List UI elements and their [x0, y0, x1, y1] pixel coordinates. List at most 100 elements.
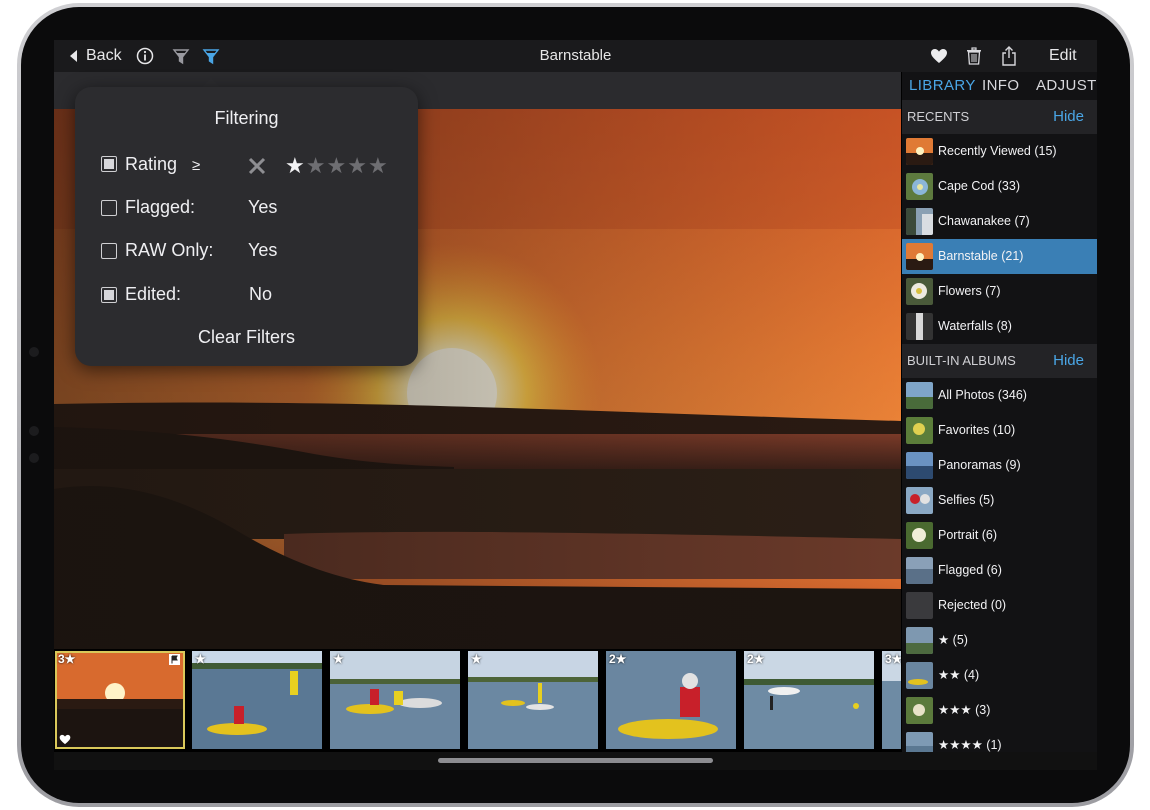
- filmstrip-thumb[interactable]: 2★: [744, 651, 874, 749]
- hide-builtin-button[interactable]: Hide: [1053, 344, 1084, 378]
- rating-badge: 2★: [609, 652, 627, 666]
- raw-only-checkbox[interactable]: [101, 243, 117, 259]
- album-item[interactable]: Panoramas (9): [902, 448, 1097, 483]
- album-thumbnail: [906, 697, 933, 724]
- edited-label: Edited:: [125, 284, 182, 304]
- album-label: Selfies (5): [938, 493, 995, 507]
- clear-rating-icon[interactable]: [248, 157, 266, 175]
- sidebar-tabs: LIBRARY INFO ADJUST: [902, 72, 1097, 100]
- recents-header: RECENTS Hide: [902, 100, 1097, 134]
- album-item[interactable]: Cape Cod (33): [902, 169, 1097, 204]
- side-button: [29, 453, 39, 463]
- edited-checkbox[interactable]: [101, 287, 117, 303]
- share-button[interactable]: [1001, 40, 1017, 72]
- rating-badge: 3★: [885, 652, 901, 666]
- album-item[interactable]: Recently Viewed (15): [902, 134, 1097, 169]
- album-thumbnail: [906, 382, 933, 409]
- flagged-checkbox[interactable]: [101, 200, 117, 216]
- filmstrip-thumb[interactable]: ★: [468, 651, 598, 749]
- album-label: Rejected (0): [938, 598, 1007, 612]
- raw-only-label: RAW Only:: [125, 240, 214, 260]
- heart-icon: [931, 49, 947, 63]
- tab-adjust[interactable]: ADJUST: [1036, 72, 1097, 100]
- album-item[interactable]: Favorites (10): [902, 413, 1097, 448]
- album-item[interactable]: ★★★ (3): [902, 693, 1097, 728]
- album-thumbnail: [906, 732, 933, 752]
- album-label: Flowers (7): [938, 284, 1001, 298]
- heart-icon: [59, 734, 71, 745]
- trash-icon: [967, 47, 981, 65]
- star-icon[interactable]: ★: [306, 153, 326, 178]
- side-button: [29, 426, 39, 436]
- album-label: All Photos (346): [938, 388, 1027, 402]
- edited-value[interactable]: No: [249, 284, 272, 305]
- album-item-selected[interactable]: Barnstable (21): [902, 239, 1097, 274]
- filmstrip-thumb[interactable]: 3★: [882, 651, 901, 749]
- album-label: Flagged (6): [938, 563, 1002, 577]
- album-item[interactable]: Selfies (5): [902, 483, 1097, 518]
- filmstrip-thumb[interactable]: ★: [330, 651, 460, 749]
- delete-button[interactable]: [966, 40, 982, 72]
- share-icon: [1002, 46, 1016, 66]
- side-button: [29, 347, 39, 357]
- album-item[interactable]: Flagged (6): [902, 553, 1097, 588]
- album-item[interactable]: ★ (5): [902, 623, 1097, 658]
- album-item[interactable]: Portrait (6): [902, 518, 1097, 553]
- filmstrip-thumb[interactable]: 3★: [55, 651, 185, 749]
- raw-only-value[interactable]: Yes: [248, 240, 277, 261]
- album-thumbnail: [906, 278, 933, 305]
- album-item[interactable]: ★★ (4): [902, 658, 1097, 693]
- album-thumbnail: [906, 173, 933, 200]
- album-item[interactable]: All Photos (346): [902, 378, 1097, 413]
- rating-stars[interactable]: ★★★★★: [285, 153, 389, 178]
- clear-filters-button[interactable]: Clear Filters: [75, 327, 418, 348]
- album-item[interactable]: Flowers (7): [902, 274, 1097, 309]
- tab-info[interactable]: INFO: [982, 72, 1019, 100]
- album-item[interactable]: Waterfalls (8): [902, 309, 1097, 344]
- album-thumbnail: [906, 313, 933, 340]
- album-thumbnail: [906, 627, 933, 654]
- flagged-value[interactable]: Yes: [248, 197, 277, 218]
- star-icon[interactable]: ★: [285, 153, 305, 178]
- album-item[interactable]: ★★★★ (1): [902, 728, 1097, 752]
- star-icon[interactable]: ★: [368, 153, 388, 178]
- section-title: RECENTS: [907, 109, 970, 124]
- flag-icon: [169, 654, 180, 665]
- album-thumbnail: [906, 592, 933, 619]
- album-label: Portrait (6): [938, 528, 998, 542]
- album-label: Cape Cod (33): [938, 179, 1020, 193]
- album-thumbnail: [906, 522, 933, 549]
- filmstrip-thumb[interactable]: ★: [192, 651, 322, 749]
- album-label: Favorites (10): [938, 423, 1016, 437]
- album-thumbnail: [906, 487, 933, 514]
- popover-title: Filtering: [214, 108, 279, 128]
- hide-recents-button[interactable]: Hide: [1053, 100, 1084, 134]
- album-label: ★★ (4): [938, 668, 980, 682]
- rating-label: Rating: [125, 154, 178, 174]
- builtin-albums-header: BUILT-IN ALBUMS Hide: [902, 344, 1097, 378]
- star-icon[interactable]: ★: [347, 153, 367, 178]
- album-item[interactable]: Rejected (0): [902, 588, 1097, 623]
- album-item[interactable]: Chawanakee (7): [902, 204, 1097, 239]
- album-label: Chawanakee (7): [938, 214, 1030, 228]
- favorite-button[interactable]: [930, 40, 948, 72]
- album-thumbnail: [906, 452, 933, 479]
- album-label: Recently Viewed (15): [938, 144, 1057, 158]
- album-label: ★★★★ (1): [938, 738, 1002, 752]
- album-thumbnail: [906, 138, 933, 165]
- home-indicator[interactable]: [438, 758, 713, 763]
- rating-badge: ★: [195, 652, 206, 666]
- section-title: BUILT-IN ALBUMS: [907, 353, 1016, 368]
- album-thumbnail: [906, 417, 933, 444]
- album-thumbnail: [906, 243, 933, 270]
- star-icon[interactable]: ★: [326, 153, 346, 178]
- thumb-image: [468, 651, 598, 749]
- rating-checkbox[interactable]: [101, 156, 117, 172]
- album-label: Panoramas (9): [938, 458, 1021, 472]
- edit-button[interactable]: Edit: [1049, 40, 1077, 72]
- tab-library[interactable]: LIBRARY: [909, 72, 976, 100]
- album-thumbnail: [906, 557, 933, 584]
- top-bar: Back Barnstable Edit: [54, 40, 1097, 72]
- flagged-label: Flagged:: [125, 197, 196, 217]
- filmstrip-thumb[interactable]: 2★: [606, 651, 736, 749]
